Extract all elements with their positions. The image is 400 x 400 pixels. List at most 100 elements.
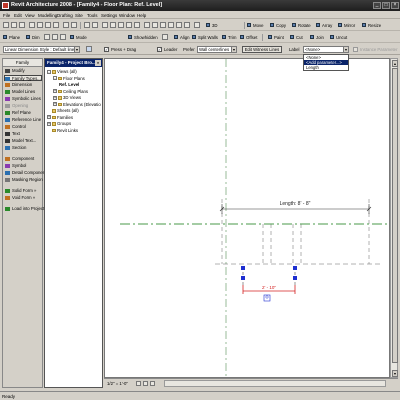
collapse-icon[interactable]: - xyxy=(47,69,51,74)
dimension-style-select[interactable]: Linear Dimension Style : Default linea ▼ xyxy=(3,45,80,53)
design-bar-item-model-lines[interactable]: Model Lines xyxy=(5,89,35,95)
design-bar-item-family-types[interactable]: Family Types... xyxy=(4,75,42,81)
tree-node-groups[interactable]: + Groups xyxy=(47,121,71,127)
menu-help[interactable]: Help xyxy=(137,13,146,18)
design-bar-item-void-form[interactable]: Void Form » xyxy=(5,195,35,201)
tree-node-views-all[interactable]: - Views (all) xyxy=(47,69,77,75)
drawing-area[interactable]: Length: 8' - 8" 2' - 10" xyxy=(104,58,390,378)
grip-mid-right[interactable] xyxy=(293,276,297,280)
align-button[interactable]: Align xyxy=(174,34,190,41)
paint-button[interactable]: Paint xyxy=(268,34,284,41)
design-bar-item-detail-component[interactable]: Detail Component xyxy=(5,170,46,176)
design-bar-item-section[interactable]: Section xyxy=(5,145,26,151)
design-bar-item-dimension[interactable]: Dimension xyxy=(5,82,32,88)
shading-icon[interactable] xyxy=(152,22,158,28)
zoom-icon[interactable] xyxy=(110,22,116,28)
length-dimension-text[interactable]: Length: 8' - 8" xyxy=(280,201,311,207)
design-bar-item-component[interactable]: Component xyxy=(5,156,34,162)
vertical-scroll-thumb[interactable] xyxy=(392,68,398,363)
label-option-length[interactable]: Length xyxy=(304,65,348,70)
offset-button[interactable]: Offset xyxy=(240,34,257,41)
minimize-button[interactable]: _ xyxy=(373,2,381,9)
press-drag-checkbox[interactable]: ✓ xyxy=(104,46,109,52)
camera-icon[interactable] xyxy=(176,22,182,28)
new-icon[interactable] xyxy=(3,22,9,28)
grip-top-left[interactable] xyxy=(241,266,245,270)
expand-icon[interactable]: + xyxy=(47,121,51,126)
tree-node-revit-links[interactable]: Revit Links xyxy=(47,128,78,134)
walkthrough-icon[interactable] xyxy=(184,22,190,28)
design-bar-item-load-into-projects[interactable]: Load into Projects xyxy=(5,206,46,212)
design-bar-item-opening[interactable]: Opening xyxy=(5,103,28,109)
prefer-select[interactable]: Wall centerlines ▼ xyxy=(197,45,237,53)
dimension-button[interactable]: Dim xyxy=(26,34,40,41)
tree-node-elevations-elevatio[interactable]: + Elevations (Elevatio xyxy=(53,102,101,108)
mirror-button[interactable]: Mirror xyxy=(338,22,355,29)
design-bar-item-model-text[interactable]: Model Text... xyxy=(5,138,36,144)
close-button[interactable]: × xyxy=(391,2,399,9)
design-bar-item-text[interactable]: Text xyxy=(5,131,20,137)
menu-file[interactable]: File xyxy=(3,13,10,18)
grid-icon[interactable] xyxy=(60,34,66,40)
leader-checkbox[interactable]: ✓ xyxy=(157,46,162,52)
menu-edit[interactable]: Edit xyxy=(14,13,22,18)
design-bar-item-control[interactable]: Control xyxy=(5,124,26,130)
save-icon[interactable] xyxy=(19,22,25,28)
section-box-icon[interactable] xyxy=(92,22,98,28)
design-bar-item-symbolic-lines[interactable]: Symbolic Lines xyxy=(5,96,41,102)
expand-icon[interactable]: + xyxy=(53,102,57,107)
sun-icon[interactable] xyxy=(144,22,150,28)
design-bar-item-symbol[interactable]: Symbol xyxy=(5,163,26,169)
menu-settings[interactable]: Settings xyxy=(101,13,117,18)
render-icon[interactable] xyxy=(134,22,140,28)
grip-top-right[interactable] xyxy=(293,266,297,270)
thin-lines-icon[interactable] xyxy=(84,22,90,28)
cut-icon[interactable] xyxy=(37,22,43,28)
design-bar-item-solid-form[interactable]: Solid Form » xyxy=(5,188,36,194)
design-bar-item-masking-region[interactable]: Masking Region xyxy=(5,177,43,183)
tree-node-ref-level[interactable]: Ref. Level xyxy=(59,82,79,88)
undo-icon[interactable] xyxy=(63,22,69,28)
menu-drafting[interactable]: Drafting xyxy=(57,13,73,18)
menu-site[interactable]: Site xyxy=(75,13,83,18)
horizontal-scrollbar[interactable] xyxy=(164,380,386,387)
tree-node-families[interactable]: + Families xyxy=(47,115,73,121)
zoom-region-icon[interactable] xyxy=(118,22,124,28)
rotate-button[interactable]: Rotate xyxy=(292,22,311,29)
instance-parameter-checkbox[interactable] xyxy=(353,46,358,52)
design-bar-item-reference-line[interactable]: Reference Line xyxy=(5,117,41,123)
show-hidden-button[interactable]: Showhidden xyxy=(128,34,158,41)
wireframe-icon[interactable] xyxy=(168,22,174,28)
join-button[interactable]: Join xyxy=(310,34,324,41)
expand-icon[interactable]: + xyxy=(53,95,57,100)
design-bar-tab-family[interactable]: Family xyxy=(3,59,42,67)
open-icon[interactable] xyxy=(11,22,17,28)
tree-node-sheets-all[interactable]: Sheets (all) xyxy=(47,108,79,114)
menu-view[interactable]: View xyxy=(25,13,35,18)
cut-geometry-button[interactable]: Cut xyxy=(290,34,303,41)
array-button[interactable]: Array xyxy=(316,22,332,29)
text-tool-icon[interactable] xyxy=(52,34,58,40)
scroll-up-arrow-icon[interactable]: ▲ xyxy=(392,60,398,67)
split-walls-button[interactable]: Split Walls xyxy=(192,34,218,41)
maximize-button[interactable]: □ xyxy=(382,2,390,9)
pan-icon[interactable] xyxy=(102,22,108,28)
detail-icon[interactable] xyxy=(44,34,50,40)
tape-icon[interactable] xyxy=(162,34,168,40)
mode-button[interactable]: Mode xyxy=(70,34,87,41)
grip-mid-left[interactable] xyxy=(241,276,245,280)
design-bar-item-modify[interactable]: Modify xyxy=(5,68,25,74)
uncut-button[interactable]: Uncut xyxy=(330,34,347,41)
view-3d-button[interactable]: 3D xyxy=(206,22,218,29)
design-bar-item-ref-plane[interactable]: Ref Plane xyxy=(5,110,31,116)
ref-plane-button[interactable]: Plane xyxy=(3,34,20,41)
vertical-scrollbar[interactable]: ▲ ▼ xyxy=(390,58,398,378)
tree-node-floor-plans[interactable]: - Floor Plans xyxy=(53,76,85,82)
type-properties-icon[interactable] xyxy=(86,46,92,52)
tree-node-ceiling-plans[interactable]: + Ceiling Plans xyxy=(53,89,88,95)
move-button[interactable]: Move xyxy=(247,22,264,29)
copy-button[interactable]: Copy xyxy=(270,22,286,29)
floor-plan-drawing[interactable]: Length: 8' - 8" 2' - 10" xyxy=(105,59,390,378)
tree-node-3d-views[interactable]: +3D Views xyxy=(53,95,81,101)
hidden-line-icon[interactable] xyxy=(160,22,166,28)
